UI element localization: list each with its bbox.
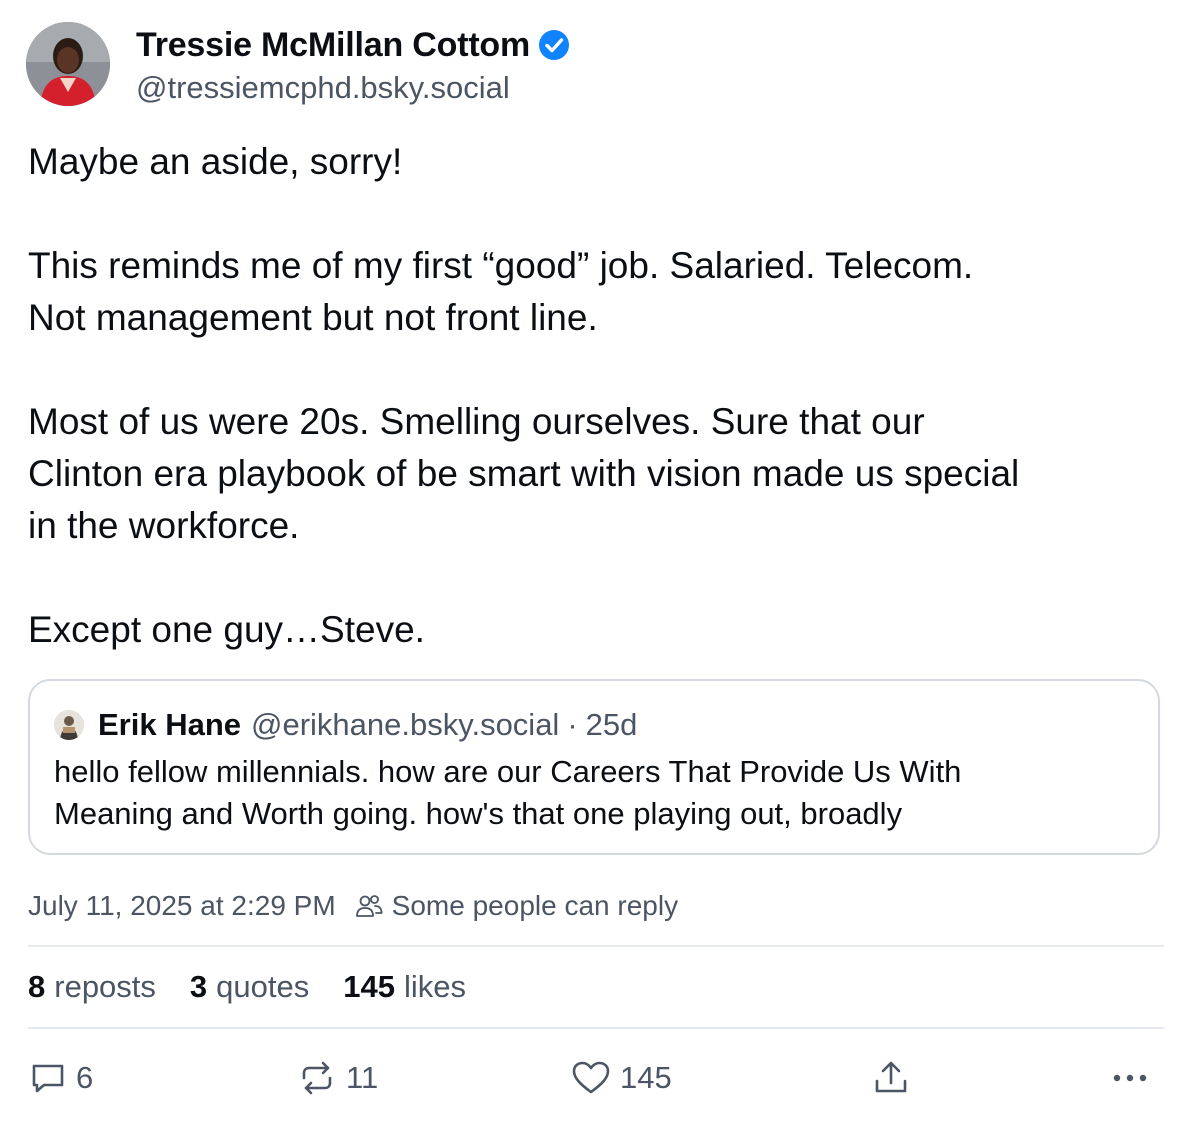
reply-setting-label[interactable]: Some people can reply <box>392 886 678 926</box>
author-name-row: Tressie McMillan Cottom <box>136 24 570 66</box>
author-avatar[interactable] <box>26 22 110 106</box>
author-name[interactable]: Tressie McMillan Cottom <box>136 24 530 66</box>
share-upload-icon <box>872 1058 910 1098</box>
speech-bubble-icon <box>28 1058 68 1098</box>
post-line: This reminds me of my first “good” job. … <box>28 245 974 286</box>
repost-arrows-icon <box>296 1058 338 1098</box>
reposts-label: reposts <box>54 969 156 1004</box>
reposts-count: 8 <box>28 969 46 1004</box>
quotes-count: 3 <box>189 969 208 1004</box>
reply-button[interactable]: 6 <box>28 1054 93 1102</box>
quoted-post-header: Erik Hane @erikhane.bsky.social · 25d <box>54 705 637 745</box>
quoted-line: hello fellow millennials. how are our Ca… <box>54 754 962 789</box>
heart-icon <box>570 1058 612 1098</box>
post-line: Clinton era playbook of be smart with vi… <box>28 453 1020 494</box>
post-line: in the workforce. <box>28 505 300 546</box>
quoted-line: Meaning and Worth going. how's that one … <box>54 796 903 831</box>
quotes-stat[interactable]: 3 quotes <box>190 966 309 1008</box>
repost-button[interactable]: 11 <box>296 1054 378 1102</box>
ellipsis-icon <box>1110 1058 1152 1098</box>
likes-count: 145 <box>343 969 395 1004</box>
quoted-post-text: hello fellow millennials. how are our Ca… <box>54 751 1134 835</box>
post: Tressie McMillan Cottom @tressiemcphd.bs… <box>0 0 1192 1126</box>
likes-stat[interactable]: 145 likes <box>343 966 466 1008</box>
author-handle[interactable]: @tressiemcphd.bsky.social <box>136 68 510 108</box>
post-text: Maybe an aside, sorry! This reminds me o… <box>28 136 1168 656</box>
quotes-label: quotes <box>216 969 310 1004</box>
verified-check-icon[interactable] <box>538 29 570 61</box>
post-line: Not management but not front line. <box>28 297 598 338</box>
share-button[interactable] <box>872 1054 910 1102</box>
reposts-stat[interactable]: 8 reposts <box>28 966 156 1008</box>
repost-count: 11 <box>346 1060 379 1095</box>
post-line: Most of us were 20s. Smelling ourselves.… <box>28 401 925 442</box>
reply-count: 6 <box>76 1060 94 1095</box>
engagement-stats: 8 reposts 3 quotes 145 likes <box>28 966 500 1008</box>
quoted-separator: · <box>567 707 578 742</box>
quoted-author-avatar <box>54 710 84 740</box>
post-meta-row: July 11, 2025 at 2:29 PM Some people can… <box>28 886 678 926</box>
quoted-post-card[interactable]: Erik Hane @erikhane.bsky.social · 25d he… <box>28 679 1160 855</box>
quoted-author-name: Erik Hane <box>98 707 242 742</box>
post-timestamp: July 11, 2025 at 2:29 PM <box>28 890 336 921</box>
like-count: 145 <box>620 1060 672 1095</box>
more-options-button[interactable] <box>1110 1054 1152 1102</box>
people-icon <box>354 891 384 921</box>
likes-label: likes <box>403 969 466 1004</box>
quoted-post-time: 25d <box>585 707 638 742</box>
post-line: Maybe an aside, sorry! <box>28 141 403 182</box>
like-button[interactable]: 145 <box>570 1054 672 1102</box>
quoted-author-handle: @erikhane.bsky.social <box>251 707 560 742</box>
post-line: Except one guy…Steve. <box>28 609 425 650</box>
divider <box>28 1027 1164 1029</box>
divider <box>28 945 1164 947</box>
